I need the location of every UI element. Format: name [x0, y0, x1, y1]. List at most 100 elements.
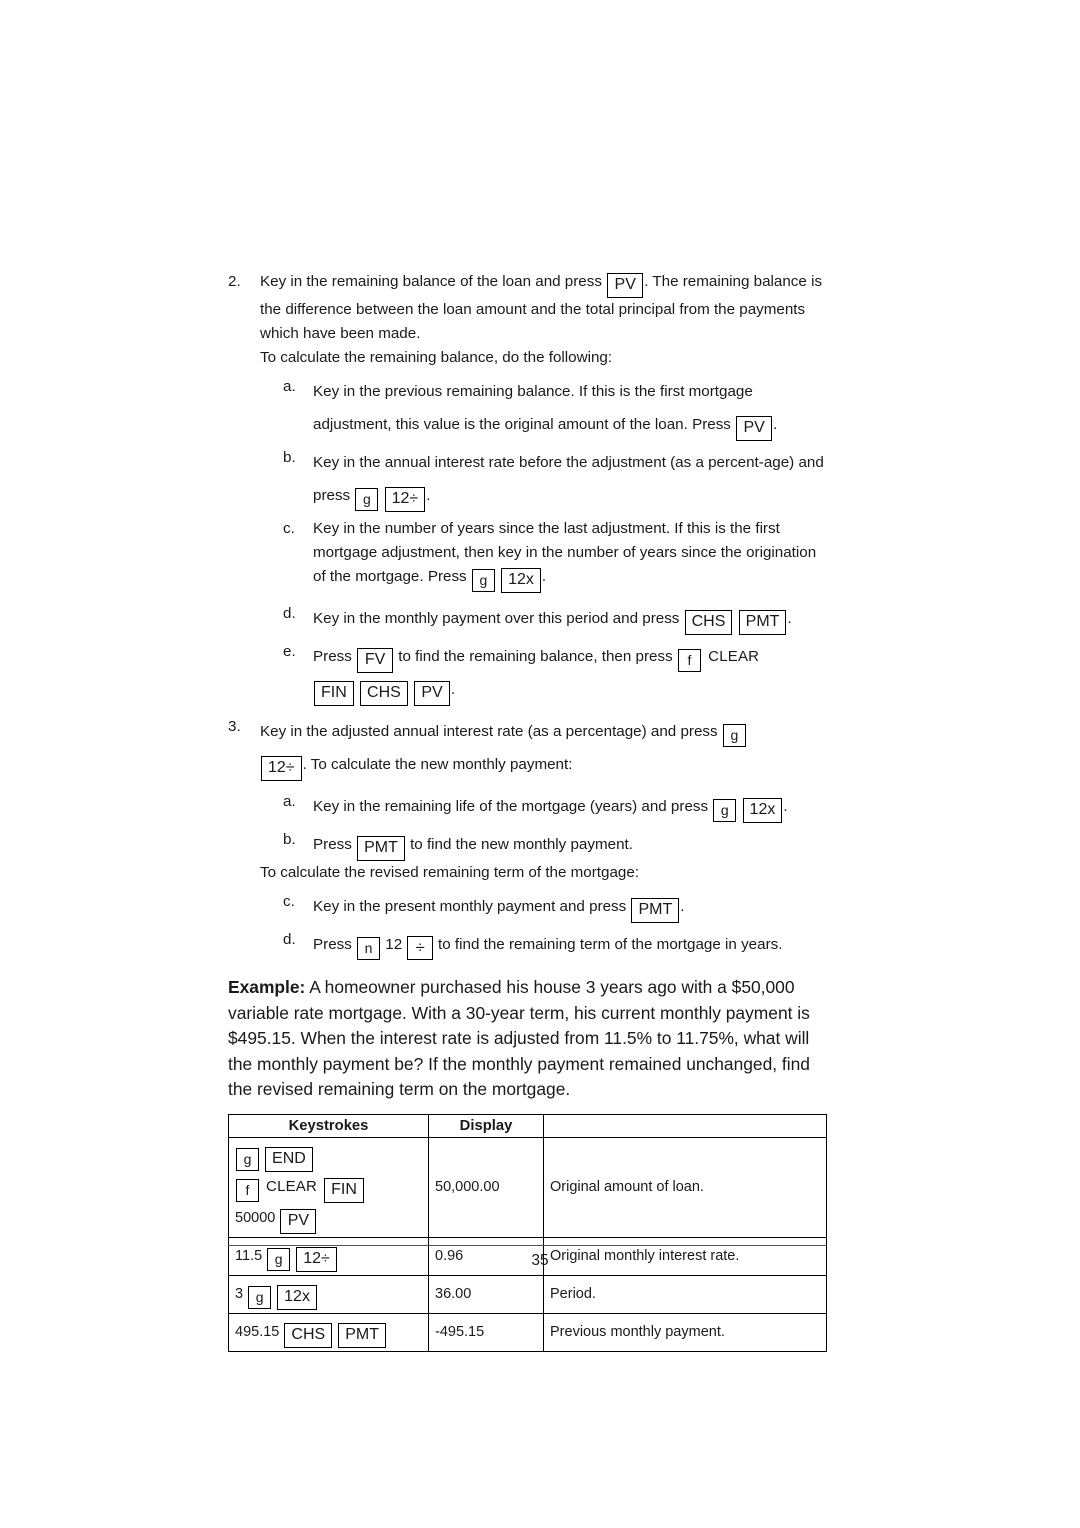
substep-letter: a.: [283, 378, 296, 395]
step-3a-text-1: Key in the remaining life of the mortgag…: [313, 798, 709, 815]
example-label: Example:: [228, 977, 306, 997]
note-cell: Original amount of loan.: [543, 1136, 827, 1238]
note-cell: Period.: [543, 1274, 827, 1314]
keystroke-value: 3: [235, 1285, 244, 1302]
list-item-step-3b: b. Press PMT to find the new monthly pay…: [283, 828, 828, 861]
key-pmt[interactable]: PMT: [357, 836, 405, 861]
list-item-step-3c: c. Key in the present monthly payment an…: [283, 890, 828, 923]
table-row: 3 g 12x 36.00 Period.: [228, 1274, 827, 1314]
key-12-times[interactable]: 12x: [501, 568, 541, 593]
list-item-step-2e: e. Press FV to find the remaining balanc…: [283, 640, 828, 706]
key-chs[interactable]: CHS: [284, 1322, 333, 1348]
list-item-step-2b: b. Key in the annual interest rate befor…: [283, 446, 828, 512]
step-2b-text-2: .: [426, 487, 431, 504]
step-2a-text-2: .: [773, 416, 778, 433]
key-g[interactable]: g: [713, 799, 737, 822]
substep-body: Key in the monthly payment over this per…: [313, 602, 828, 635]
key-g[interactable]: g: [722, 724, 746, 747]
key-12-times[interactable]: 12x: [277, 1284, 317, 1310]
display-cell: -495.15: [428, 1312, 544, 1352]
key-g[interactable]: g: [355, 488, 379, 511]
document-page: 2. Key in the remaining balance of the l…: [0, 0, 1080, 1528]
step-number: 3.: [228, 718, 241, 735]
step-3d-text-2: 12: [385, 936, 403, 953]
revised-term-note: To calculate the revised remaining term …: [260, 864, 640, 881]
list-item-step-2a: a. Key in the previous remaining balance…: [283, 375, 828, 441]
key-pv[interactable]: PV: [607, 273, 644, 298]
substep-letter: d.: [283, 605, 296, 622]
substep-letter: c.: [283, 893, 295, 910]
step-2c-text-1: Key in the number of years since the las…: [313, 520, 817, 585]
step-2a-text-1: Key in the previous remaining balance. I…: [313, 383, 753, 433]
display-cell: 36.00: [428, 1274, 544, 1314]
keystrokes-table: Keystrokes Display g END f CLEAR FIN 500…: [228, 1113, 827, 1352]
substep-body: Press PMT to find the new monthly paymen…: [313, 828, 828, 861]
key-12-divide[interactable]: 12÷: [384, 487, 426, 512]
key-n[interactable]: n: [357, 937, 381, 960]
key-pv[interactable]: PV: [414, 681, 451, 706]
step-3b-text-1: Press: [313, 836, 352, 853]
step-3a-text-2: .: [783, 798, 788, 815]
step-3c-text-1: Key in the present monthly payment and p…: [313, 898, 627, 915]
key-pmt[interactable]: PMT: [631, 898, 680, 923]
step-2-text-1: Key in the remaining balance of the loan…: [260, 273, 602, 290]
key-g[interactable]: g: [471, 569, 495, 592]
step-3-text-2: . To calculate the new monthly payment:: [302, 756, 573, 773]
keystrokes-cell: 495.15 CHS PMT: [228, 1312, 429, 1352]
key-pmt[interactable]: PMT: [738, 610, 787, 635]
key-12-times[interactable]: 12x: [742, 798, 783, 823]
step-3d-text-3: to find the remaining term of the mortga…: [438, 936, 783, 953]
step-3b-text-2: to find the new monthly payment.: [410, 836, 633, 853]
key-g[interactable]: g: [248, 1285, 272, 1309]
substep-body: Press n 12 ÷ to find the remaining term …: [313, 928, 828, 961]
revised-term-note-row: To calculate the revised remaining term …: [228, 861, 828, 885]
step-body: Key in the adjusted annual interest rate…: [260, 715, 828, 781]
key-pv[interactable]: PV: [280, 1208, 317, 1234]
step-number: 2.: [228, 273, 241, 290]
key-chs[interactable]: CHS: [684, 610, 733, 635]
keystroke-value: 495.15: [235, 1323, 280, 1340]
key-f[interactable]: f: [677, 649, 701, 672]
step-2e-text-1: Press: [313, 648, 352, 665]
key-divide[interactable]: ÷: [407, 936, 433, 960]
list-item-step-2d: d. Key in the monthly payment over this …: [283, 602, 828, 635]
substep-body: Press FV to find the remaining balance, …: [313, 640, 828, 706]
key-12-divide[interactable]: 12÷: [261, 756, 302, 781]
list-item-step-3: 3. Key in the adjusted annual interest r…: [228, 715, 828, 781]
footer-divider: [228, 1245, 826, 1246]
step-2-text-3: To calculate the remaining balance, do t…: [260, 349, 613, 366]
step-2e-text-2: to find the remaining balance, then pres…: [398, 648, 673, 665]
substep-body: Key in the remaining life of the mortgag…: [313, 790, 828, 823]
key-f[interactable]: f: [236, 1178, 259, 1202]
key-pmt[interactable]: PMT: [338, 1322, 386, 1348]
table-row: g END f CLEAR FIN 50000 PV 50,000.00 Ori…: [228, 1136, 827, 1238]
table-row: 495.15 CHS PMT -495.15 Previous monthly …: [228, 1312, 827, 1352]
key-end[interactable]: END: [265, 1146, 313, 1172]
key-pv[interactable]: PV: [736, 416, 773, 441]
list-item-step-2c: c. Key in the number of years since the …: [283, 517, 828, 593]
example-paragraph: Example: A homeowner purchased his house…: [228, 975, 828, 1103]
substep-letter: b.: [283, 449, 296, 466]
display-cell: 50,000.00: [428, 1136, 544, 1238]
substep-letter: d.: [283, 931, 296, 948]
list-item-step-3a: a. Key in the remaining life of the mort…: [283, 790, 828, 823]
key-clear-label: CLEAR: [266, 1177, 318, 1195]
step-3c-text-2: .: [680, 898, 685, 915]
key-chs[interactable]: CHS: [360, 681, 408, 706]
column-header-notes: [543, 1113, 827, 1138]
key-g[interactable]: g: [236, 1147, 259, 1171]
substep-letter: e.: [283, 643, 296, 660]
keystrokes-cell: g END f CLEAR FIN 50000 PV: [228, 1136, 429, 1238]
key-fin[interactable]: FIN: [314, 681, 354, 706]
step-3-text-1: Key in the adjusted annual interest rate…: [260, 723, 718, 740]
page-number: 35: [531, 1252, 549, 1269]
step-2c-text-2: .: [541, 568, 547, 585]
step-2d-text-1: Key in the monthly payment over this per…: [313, 610, 680, 627]
keystroke-value: 50000: [235, 1209, 276, 1226]
key-fv[interactable]: FV: [357, 648, 394, 673]
substep-body: Key in the number of years since the las…: [313, 517, 828, 593]
key-clear-label: CLEAR: [708, 648, 760, 665]
substep-letter: c.: [283, 520, 295, 537]
substep-letter: b.: [283, 831, 296, 848]
key-fin[interactable]: FIN: [324, 1177, 364, 1203]
